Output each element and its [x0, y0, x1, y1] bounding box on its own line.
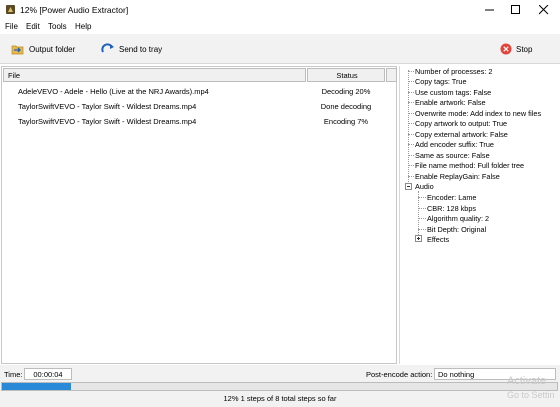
stop-button[interactable]: Stop	[500, 40, 532, 58]
toolbar: Output folder Send to tray Stop	[0, 34, 560, 64]
send-to-tray-label: Send to tray	[119, 44, 163, 54]
tree-branch	[418, 229, 426, 230]
tree-branch	[408, 144, 414, 145]
option-enable-replaygain[interactable]: Enable ReplayGain: False	[415, 172, 500, 181]
maximize-button[interactable]	[502, 0, 530, 20]
minimize-button[interactable]	[476, 0, 504, 20]
file-name: AdeleVEVO - Adele - Hello (Live at the N…	[18, 87, 209, 96]
file-row[interactable]: TaylorSwiftVEVO - Taylor Swift - Wildest…	[2, 114, 397, 130]
close-icon	[539, 5, 549, 15]
file-status: Decoding 20%	[321, 87, 371, 96]
post-encode-value: Do nothing	[438, 370, 475, 379]
window-title: 12% [Power Audio Extractor]	[20, 5, 129, 15]
tree-branch	[408, 165, 414, 166]
progress-bar	[1, 382, 558, 391]
close-button[interactable]	[530, 0, 558, 20]
tree-branch	[418, 218, 426, 219]
tree-branch	[408, 155, 414, 156]
option-file-name-method[interactable]: File name method: Full folder tree	[415, 161, 524, 170]
tree-guide	[408, 70, 409, 186]
folder-arrow-icon	[11, 45, 24, 55]
menu-tools[interactable]: Tools	[48, 22, 67, 31]
tree-branch	[418, 208, 426, 209]
post-encode-label: Post-encode action:	[366, 370, 433, 379]
minimize-icon	[485, 9, 494, 11]
file-name: TaylorSwiftVEVO - Taylor Swift - Wildest…	[18, 117, 197, 126]
time-value: 00:00:04	[24, 368, 72, 380]
option-copy-artwork-to-output[interactable]: Copy artwork to output: True	[415, 119, 507, 128]
column-header-status[interactable]: Status	[307, 68, 385, 82]
menu-edit[interactable]: Edit	[26, 22, 40, 31]
menu-bar: File Edit Tools Help	[0, 20, 560, 34]
app-icon	[6, 5, 15, 14]
file-status: Encoding 7%	[323, 117, 369, 126]
option-copy-tags[interactable]: Copy tags: True	[415, 77, 467, 86]
tree-branch	[408, 123, 414, 124]
tree-branch	[418, 197, 426, 198]
maximize-icon	[511, 5, 520, 14]
progress-status-text: 12% 1 steps of 8 total steps so far	[223, 394, 337, 403]
option-same-as-source[interactable]: Same as source: False	[415, 151, 490, 160]
file-name: TaylorSwiftVEVO - Taylor Swift - Wildest…	[18, 102, 197, 111]
tree-branch	[408, 71, 414, 72]
option-copy-external-artwork[interactable]: Copy external artwork: False	[415, 130, 508, 139]
output-folder-label: Output folder	[29, 44, 76, 54]
option-overwrite-mode[interactable]: Overwrite mode: Add index to new files	[415, 109, 541, 118]
tree-branch	[408, 81, 414, 82]
column-header-extra	[386, 68, 397, 82]
options-tree: Number of processes: 2 Copy tags: True U…	[399, 66, 560, 364]
option-encoder[interactable]: Encoder: Lame	[427, 193, 477, 202]
option-enable-artwork[interactable]: Enable artwork: False	[415, 98, 486, 107]
option-algorithm-quality[interactable]: Algorithm quality: 2	[427, 214, 489, 223]
progress-fill	[2, 383, 72, 390]
title-bar: 12% [Power Audio Extractor]	[0, 0, 560, 20]
column-header-status-label: Status	[336, 71, 358, 80]
tree-branch	[408, 134, 414, 135]
file-row[interactable]: TaylorSwiftVEVO - Taylor Swift - Wildest…	[2, 99, 397, 115]
time-label: Time:	[4, 370, 23, 379]
option-number-of-processes[interactable]: Number of processes: 2	[415, 67, 492, 76]
option-bit-depth[interactable]: Bit Depth: Original	[427, 225, 486, 234]
audio-collapse-icon[interactable]	[405, 183, 412, 190]
output-folder-button[interactable]: Output folder	[11, 40, 75, 58]
tree-branch	[408, 176, 414, 177]
option-group-effects[interactable]: Effects	[427, 235, 449, 244]
tree-branch	[408, 92, 414, 93]
file-row[interactable]: AdeleVEVO - Adele - Hello (Live at the N…	[2, 84, 397, 100]
stop-label: Stop	[516, 44, 533, 54]
send-to-tray-icon	[101, 43, 114, 53]
activation-watermark-subtitle: Go to Settin	[507, 390, 555, 400]
menu-help[interactable]: Help	[75, 22, 91, 31]
option-add-encoder-suffix[interactable]: Add encoder suffix: True	[415, 140, 494, 149]
column-header-file[interactable]: File	[3, 68, 306, 82]
menu-file[interactable]: File	[5, 22, 18, 31]
activation-watermark-title: Activate	[507, 375, 547, 387]
option-group-audio[interactable]: Audio	[415, 182, 434, 191]
status-area: Time: 00:00:04 Post-encode action: Do no…	[0, 365, 560, 407]
tree-branch	[408, 102, 414, 103]
file-status: Done decoding	[320, 102, 372, 111]
send-to-tray-button[interactable]: Send to tray	[101, 40, 162, 58]
effects-expand-icon[interactable]	[415, 235, 422, 242]
option-use-custom-tags[interactable]: Use custom tags: False	[415, 88, 491, 97]
stop-icon	[500, 43, 512, 55]
option-cbr[interactable]: CBR: 128 kbps	[427, 204, 476, 213]
tree-guide	[418, 191, 419, 239]
file-list: File Status AdeleVEVO - Adele - Hello (L…	[1, 66, 397, 364]
tree-branch	[408, 113, 414, 114]
column-header-file-label: File	[8, 71, 21, 80]
